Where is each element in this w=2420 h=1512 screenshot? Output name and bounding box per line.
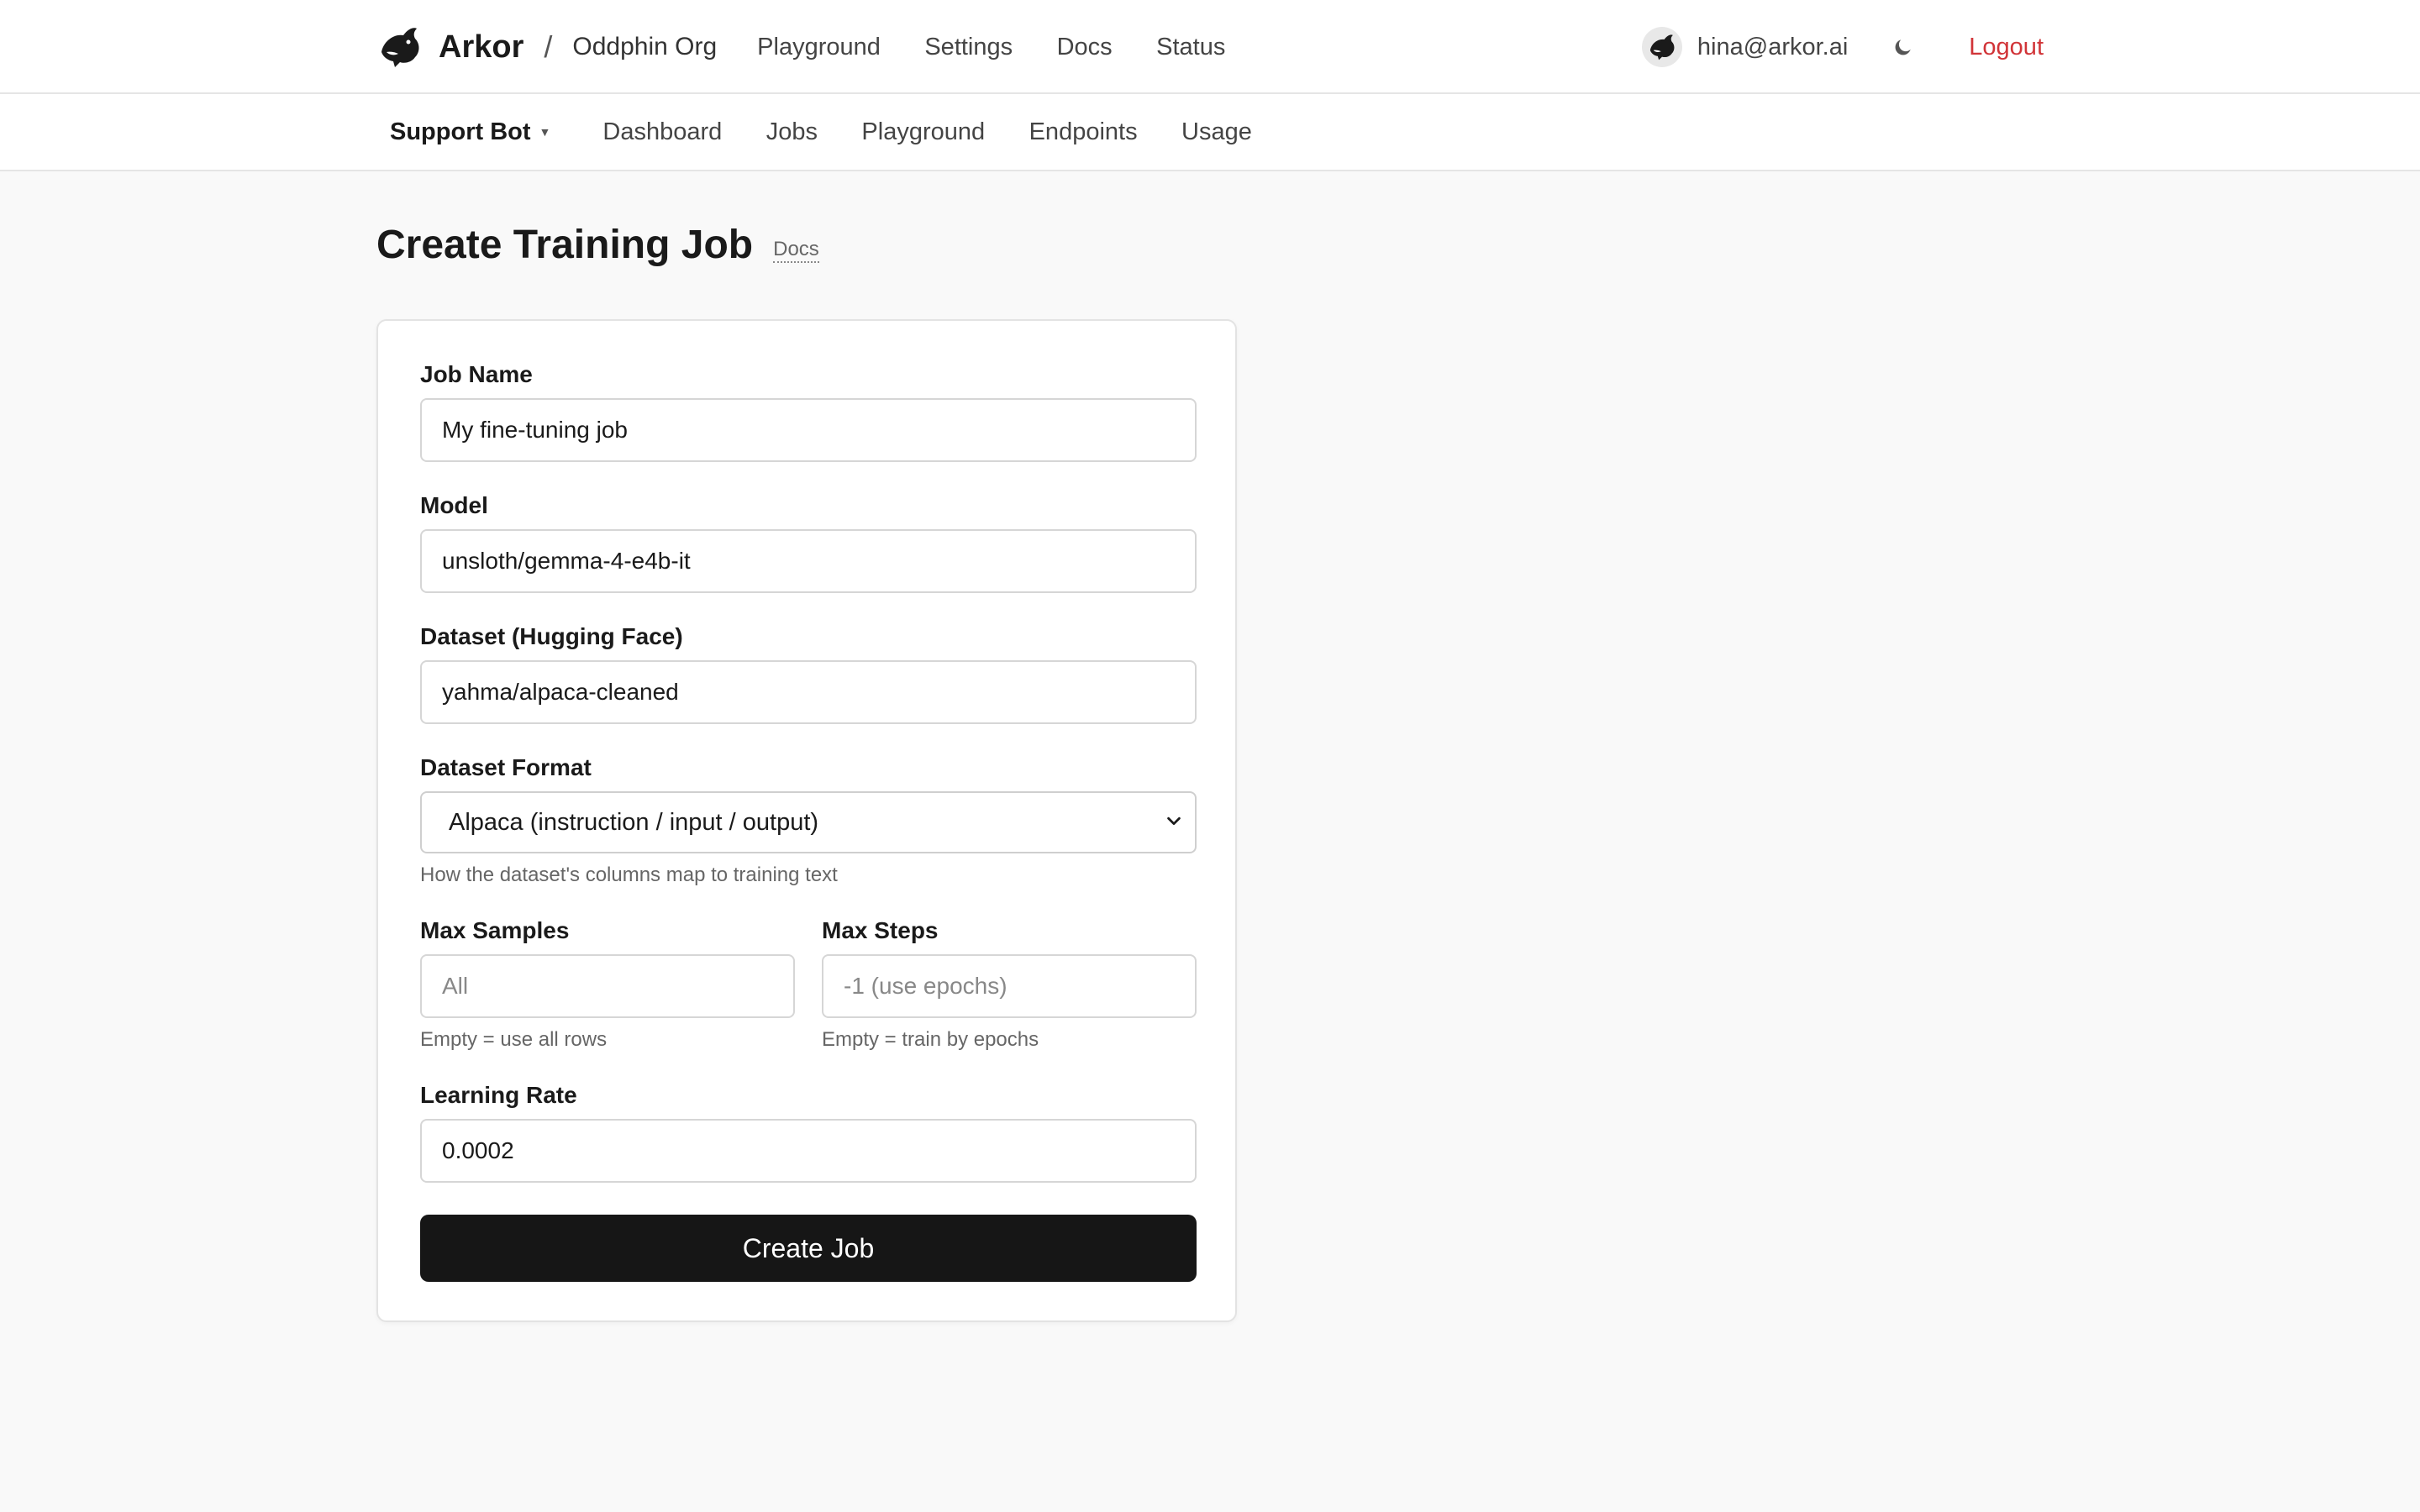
user-area: hina@arkor.ai Logout <box>1641 27 2044 67</box>
max-steps-input[interactable] <box>822 954 1197 1018</box>
max-samples-hint: Empty = use all rows <box>420 1028 608 1051</box>
title-row: Create Training Job Docs <box>376 222 819 268</box>
project-nav-bar: Support Bot ▼ Dashboard Jobs Playground … <box>0 94 2420 171</box>
max-steps-field: Max Steps Empty = train by epochs <box>822 917 1197 1052</box>
logout-link[interactable]: Logout <box>1969 34 2044 61</box>
dataset-format-field: Dataset Format Alpaca (instruction / inp… <box>420 754 1197 887</box>
project-nav: Dashboard Jobs Playground Endpoints Usag… <box>602 118 1292 146</box>
dataset-label: Dataset (Hugging Face) <box>420 623 683 649</box>
job-name-label: Job Name <box>420 361 533 387</box>
project-nav-jobs[interactable]: Jobs <box>766 118 818 145</box>
max-steps-label: Max Steps <box>822 917 939 943</box>
learning-rate-field: Learning Rate <box>420 1082 1197 1183</box>
user-email[interactable]: hina@arkor.ai <box>1697 34 1848 61</box>
page-header: Create Training Job Docs <box>376 222 819 268</box>
project-nav-dashboard[interactable]: Dashboard <box>602 118 722 145</box>
learning-rate-input[interactable] <box>420 1119 1197 1183</box>
job-name-field: Job Name <box>420 361 1197 462</box>
max-steps-hint: Empty = train by epochs <box>822 1028 1039 1051</box>
model-field: Model <box>420 492 1197 593</box>
chevron-down-icon <box>1165 809 1183 837</box>
project-nav-usage[interactable]: Usage <box>1181 118 1252 145</box>
top-nav-playground[interactable]: Playground <box>757 34 881 60</box>
caret-down-icon: ▼ <box>539 125 551 139</box>
model-label: Model <box>420 492 488 518</box>
max-samples-label: Max Samples <box>420 917 570 943</box>
orca-avatar-icon <box>1649 34 1675 60</box>
brand-name[interactable]: Arkor <box>439 29 523 66</box>
create-job-form: Job Name Model Dataset (Hugging Face) Da… <box>376 319 1237 1322</box>
top-nav-status[interactable]: Status <box>1156 34 1225 60</box>
docs-link[interactable]: Docs <box>773 238 819 263</box>
orca-logo-icon[interactable] <box>376 24 424 71</box>
page-title: Create Training Job <box>376 223 754 267</box>
breadcrumb-separator: / <box>544 29 553 64</box>
dataset-field: Dataset (Hugging Face) <box>420 623 1197 724</box>
top-header: Arkor / Oddphin Org Playground Settings … <box>0 0 2420 94</box>
max-samples-field: Max Samples Empty = use all rows <box>420 917 795 1052</box>
project-nav-inner: Support Bot ▼ Dashboard Jobs Playground … <box>390 94 2044 170</box>
avatar[interactable] <box>1641 27 1682 67</box>
max-samples-input[interactable] <box>420 954 795 1018</box>
create-job-button[interactable]: Create Job <box>420 1215 1197 1282</box>
project-switcher[interactable]: Support Bot ▼ <box>390 118 550 146</box>
dataset-format-selected: Alpaca (instruction / input / output) <box>449 808 819 836</box>
project-nav-endpoints[interactable]: Endpoints <box>1029 118 1138 145</box>
dataset-format-select[interactable]: Alpaca (instruction / input / output) <box>420 791 1197 853</box>
dataset-input[interactable] <box>420 660 1197 724</box>
org-name[interactable]: Oddphin Org <box>572 33 717 61</box>
project-name: Support Bot <box>390 118 531 145</box>
dataset-format-hint: How the dataset's columns map to trainin… <box>420 864 838 886</box>
model-input[interactable] <box>420 529 1197 593</box>
learning-rate-label: Learning Rate <box>420 1082 577 1108</box>
top-nav-settings[interactable]: Settings <box>924 34 1013 60</box>
top-nav: Playground Settings Docs Status <box>757 34 1265 61</box>
moon-icon[interactable] <box>1890 34 1917 60</box>
dataset-format-label: Dataset Format <box>420 754 592 780</box>
top-nav-docs[interactable]: Docs <box>1057 34 1113 60</box>
job-name-input[interactable] <box>420 398 1197 462</box>
top-header-inner: Arkor / Oddphin Org Playground Settings … <box>376 0 2044 94</box>
project-nav-playground[interactable]: Playground <box>861 118 985 145</box>
